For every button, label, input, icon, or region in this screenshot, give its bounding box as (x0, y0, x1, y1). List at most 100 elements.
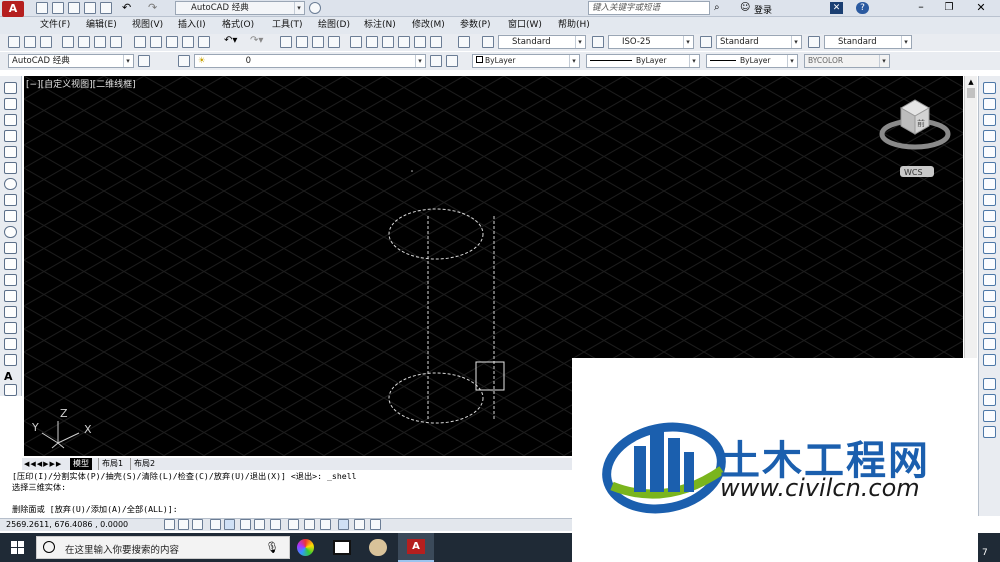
3d-osnap-icon[interactable] (254, 519, 265, 530)
copy-icon[interactable] (150, 36, 162, 48)
join-icon[interactable] (983, 290, 996, 302)
sheet-set-icon[interactable] (398, 36, 410, 48)
close-icon[interactable]: ✕ (968, 1, 994, 15)
command-window[interactable]: [压印(I)/分割实体(P)/抽壳(S)/清除(L)/检查(C)/放弃(U)/退… (0, 471, 580, 517)
break-icon[interactable] (983, 274, 996, 286)
ortho-mode-icon[interactable] (210, 519, 221, 530)
quick-properties-icon[interactable] (354, 519, 365, 530)
video-app-icon[interactable] (333, 540, 351, 555)
hatch-icon[interactable] (4, 306, 17, 318)
polyline-icon[interactable] (4, 114, 17, 126)
properties-icon[interactable] (350, 36, 362, 48)
dim-style-icon[interactable] (592, 36, 604, 48)
quickcalc-icon[interactable] (430, 36, 442, 48)
info-search-input[interactable]: 键入关键字或短语 (592, 3, 660, 13)
redo-icon[interactable]: ↷ (148, 1, 157, 14)
3d-dwf-icon[interactable] (110, 36, 122, 48)
menu-tools[interactable]: 工具(T) (272, 19, 303, 32)
menu-dimension[interactable]: 标注(N) (364, 19, 396, 32)
chamfer-icon[interactable] (983, 306, 996, 318)
erase-icon[interactable] (983, 82, 996, 94)
coordinates-readout[interactable]: 2569.2611, 676.4086 , 0.0000 (6, 519, 128, 531)
rotate-icon[interactable] (983, 178, 996, 190)
transparency-icon[interactable] (338, 519, 349, 530)
lineweight-dropdown[interactable]: ByLayer ▾ (706, 54, 798, 68)
point-icon[interactable] (4, 290, 17, 302)
revcloud-icon[interactable] (4, 194, 17, 206)
snap-mode-icon[interactable] (178, 519, 189, 530)
region-icon[interactable] (4, 338, 17, 350)
text-style-dropdown[interactable]: Standard ▾ (498, 35, 586, 49)
tab-model[interactable]: 模型 (70, 458, 92, 470)
extend-icon[interactable] (983, 242, 996, 254)
question-icon[interactable]: ? (856, 2, 869, 14)
minimize-icon[interactable]: – (910, 1, 932, 15)
microphone-icon[interactable]: 🎙 (265, 541, 279, 554)
ellipse-icon[interactable] (4, 226, 17, 238)
workspace-dropdown[interactable]: AutoCAD 经典 ▾ (175, 1, 305, 15)
cut-icon[interactable] (134, 36, 146, 48)
make-current-layer-icon[interactable] (430, 55, 442, 67)
autocad-taskbar-icon[interactable]: A (398, 533, 434, 562)
pan-icon[interactable] (280, 36, 292, 48)
open-icon[interactable] (24, 36, 36, 48)
draworder-front-icon[interactable] (983, 410, 996, 422)
info-search-box[interactable]: 键入关键字或短语 (588, 1, 710, 15)
paste-icon[interactable] (166, 36, 178, 48)
menu-file[interactable]: 文件(F) (40, 19, 70, 32)
draworder-under-icon[interactable] (983, 426, 996, 438)
markup-icon[interactable] (414, 36, 426, 48)
move-icon[interactable] (983, 162, 996, 174)
workspace-settings-icon[interactable] (138, 55, 150, 67)
table-icon[interactable] (4, 354, 17, 366)
color-dropdown[interactable]: ByLayer ▾ (472, 54, 580, 68)
exchange-icon[interactable]: ✕ (830, 2, 843, 14)
circle-icon[interactable] (4, 178, 17, 190)
table-style-icon[interactable] (700, 36, 712, 48)
new-file-icon[interactable] (36, 2, 48, 14)
save-as-icon[interactable] (84, 2, 96, 14)
linetype-dropdown[interactable]: ByLayer ▾ (586, 54, 700, 68)
insert-block-icon[interactable] (4, 258, 17, 270)
ducs-icon[interactable] (288, 519, 299, 530)
arc-icon[interactable] (4, 162, 17, 174)
undo-toolbar-icon[interactable]: ↶▾ (224, 35, 237, 46)
paint-app-icon[interactable] (369, 539, 387, 556)
tab-layout2[interactable]: 布局2 (130, 458, 158, 470)
stretch-icon[interactable] (983, 210, 996, 222)
add-selected-icon[interactable] (4, 384, 17, 396)
layer-dropdown[interactable]: ☀ 0 ▾ (194, 54, 426, 68)
menu-window[interactable]: 窗口(W) (508, 19, 542, 32)
tool-palettes-icon[interactable] (382, 36, 394, 48)
menu-insert[interactable]: 插入(I) (178, 19, 206, 32)
construction-line-icon[interactable] (4, 98, 17, 110)
offset-icon[interactable] (983, 130, 996, 142)
menu-format[interactable]: 格式(O) (222, 19, 254, 32)
draworder-icon[interactable] (983, 378, 996, 390)
make-block-icon[interactable] (4, 274, 17, 286)
gradient-icon[interactable] (4, 322, 17, 334)
scroll-up-arrow[interactable]: ▲ (965, 76, 977, 88)
zoom-window-icon[interactable] (312, 36, 324, 48)
login-button[interactable]: 登录 (754, 3, 772, 16)
viewport-label[interactable]: [−][自定义视图][二维线框] (26, 78, 136, 90)
array-icon[interactable] (983, 146, 996, 158)
help-toolbar-icon[interactable] (458, 36, 470, 48)
mirror-icon[interactable] (983, 114, 996, 126)
user-icon[interactable]: ☺ (740, 2, 750, 13)
workspace-switch-dropdown[interactable]: AutoCAD 经典 ▾ (8, 54, 134, 68)
menu-edit[interactable]: 编辑(E) (86, 19, 117, 32)
draworder-back-icon[interactable] (983, 394, 996, 406)
polar-tracking-icon[interactable] (224, 519, 235, 530)
infer-constraints-icon[interactable] (164, 519, 175, 530)
fillet-icon[interactable] (983, 322, 996, 334)
menu-modify[interactable]: 修改(M) (412, 19, 445, 32)
restore-icon[interactable]: ❐ (938, 1, 960, 15)
lineweight-toggle-icon[interactable] (320, 519, 331, 530)
scale-icon[interactable] (983, 194, 996, 206)
blend-icon[interactable] (983, 338, 996, 350)
polygon-icon[interactable] (4, 130, 17, 142)
object-snap-icon[interactable] (240, 519, 251, 530)
layer-manager-icon[interactable] (178, 55, 190, 67)
ellipse-arc-icon[interactable] (4, 242, 17, 254)
